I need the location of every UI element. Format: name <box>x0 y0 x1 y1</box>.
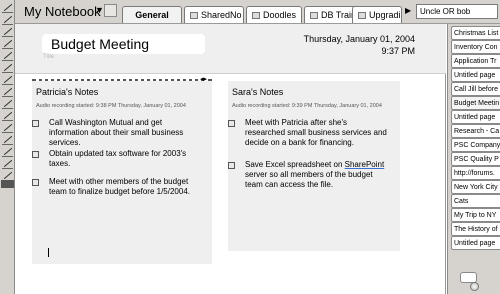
highlighter-tool-icon[interactable] <box>2 110 13 121</box>
note-heading: Sara's Notes <box>232 87 284 97</box>
notebook-header: My Notebook ▼ General SharedNo Doodles D… <box>15 0 500 24</box>
pen-tool-icon[interactable] <box>2 26 13 37</box>
note-container-sara[interactable]: Sara's Notes Audio recording started: 9:… <box>228 81 400 251</box>
page-tab[interactable]: Christmas List <box>451 26 500 40</box>
pen-tool-icon[interactable] <box>2 74 13 85</box>
tab-label: General <box>135 10 169 20</box>
page-tab[interactable]: http://forums. <box>451 166 500 180</box>
task-checkbox[interactable] <box>228 120 235 127</box>
task-item: Save Excel spreadsheet on SharePoint ser… <box>228 160 388 190</box>
section-icon <box>252 12 260 19</box>
task-text[interactable]: Meet with Patricia after she's researche… <box>245 118 388 148</box>
page-header: Budget Meeting Title Thursday, January 0… <box>15 24 446 74</box>
pen-tool-icon[interactable] <box>2 50 13 61</box>
page-tab[interactable]: Inventory Con <box>451 40 500 54</box>
notebook-options-button[interactable] <box>104 4 117 17</box>
pen-tool-icon[interactable] <box>2 62 13 73</box>
highlighter-tool-icon[interactable] <box>2 122 13 133</box>
highlighter-tool-icon[interactable] <box>2 134 13 145</box>
task-item: Meet with other members of the budget te… <box>32 177 200 197</box>
tab-label: Upgradin <box>369 10 402 20</box>
page-tab[interactable]: Cats <box>451 194 500 208</box>
chevron-down-icon[interactable]: ▼ <box>95 5 104 15</box>
task-checkbox[interactable] <box>32 179 39 186</box>
page-title[interactable]: Budget Meeting <box>51 36 149 52</box>
highlighter-tool-icon[interactable] <box>2 158 13 169</box>
page-tabs-panel: Christmas List Inventory Con Application… <box>447 24 500 294</box>
page-title-box[interactable]: Budget Meeting <box>42 34 205 54</box>
notebook-title[interactable]: My Notebook <box>24 4 101 19</box>
page-tab[interactable]: Untitled page <box>451 236 500 250</box>
audio-recording-info: Audio recording started: 9:38 PM Thursda… <box>36 103 186 109</box>
text-cursor <box>48 248 49 257</box>
page-tab[interactable]: New York City <box>451 180 500 194</box>
tab-doodles[interactable]: Doodles <box>246 6 302 23</box>
page-tab[interactable]: Untitled page <box>451 68 500 82</box>
tab-label: Doodles <box>263 10 297 20</box>
tab-label: SharedNo <box>201 10 242 20</box>
page-tab-active[interactable]: Budget Meetin <box>451 96 500 110</box>
page-tab[interactable]: My Trip to NY <box>451 208 500 222</box>
tab-scroll-right-icon[interactable]: ▶ <box>405 6 411 15</box>
page-date: Thursday, January 01, 2004 <box>303 34 415 44</box>
page-time: 9:37 PM <box>381 46 415 56</box>
note-page[interactable]: Budget Meeting Title Thursday, January 0… <box>15 24 446 294</box>
highlighter-tool-icon[interactable] <box>2 98 13 109</box>
audio-recording-info: Audio recording started: 9:39 PM Thursda… <box>232 103 382 109</box>
task-checkbox[interactable] <box>32 120 39 127</box>
page-tab[interactable]: Application Tr <box>451 54 500 68</box>
page-tab[interactable]: Research - Ca <box>451 124 500 138</box>
pen-tool-icon[interactable] <box>2 14 13 25</box>
page-tab[interactable]: PSC Company <box>451 138 500 152</box>
task-item: Call Washington Mutual and get informati… <box>32 118 200 148</box>
page-tab[interactable]: PSC Quality P <box>451 152 500 166</box>
highlighter-tool-icon[interactable] <box>2 86 13 97</box>
tab-sharedno[interactable]: SharedNo <box>184 6 244 23</box>
scroll-button[interactable] <box>470 282 479 291</box>
note-heading: Patricia's Notes <box>36 87 99 97</box>
task-text[interactable]: Save Excel spreadsheet on SharePoint ser… <box>245 160 388 190</box>
highlighter-tool-icon[interactable] <box>2 146 13 157</box>
task-text[interactable]: Obtain updated tax software for 2003's t… <box>49 149 200 169</box>
page-tab[interactable]: The History of <box>451 222 500 236</box>
pen-tool-icon[interactable] <box>2 2 13 13</box>
section-icon <box>190 12 198 19</box>
tab-general[interactable]: General <box>122 6 182 23</box>
note-container-patricia[interactable]: Patricia's Notes Audio recording started… <box>32 81 212 264</box>
section-icon <box>310 12 318 19</box>
pen-tool-icon[interactable] <box>2 38 13 49</box>
task-checkbox[interactable] <box>32 151 39 158</box>
page-tab[interactable]: Untitled page <box>451 110 500 124</box>
task-checkbox[interactable] <box>228 162 235 169</box>
toolbar-resize-handle[interactable] <box>1 180 14 188</box>
task-text[interactable]: Call Washington Mutual and get informati… <box>49 118 200 148</box>
task-item: Obtain updated tax software for 2003's t… <box>32 149 200 169</box>
title-hint-label: Title <box>43 54 55 60</box>
pen-toolbar <box>0 0 15 294</box>
section-icon <box>358 12 366 19</box>
page-tab[interactable]: Call Jill before <box>451 82 500 96</box>
tab-upgradin[interactable]: Upgradin <box>352 6 402 23</box>
task-item: Meet with Patricia after she's researche… <box>228 118 388 148</box>
task-text[interactable]: Meet with other members of the budget te… <box>49 177 200 197</box>
search-input[interactable]: Uncle OR bob <box>416 4 498 19</box>
smart-tag-word[interactable]: SharePoint <box>345 160 385 169</box>
